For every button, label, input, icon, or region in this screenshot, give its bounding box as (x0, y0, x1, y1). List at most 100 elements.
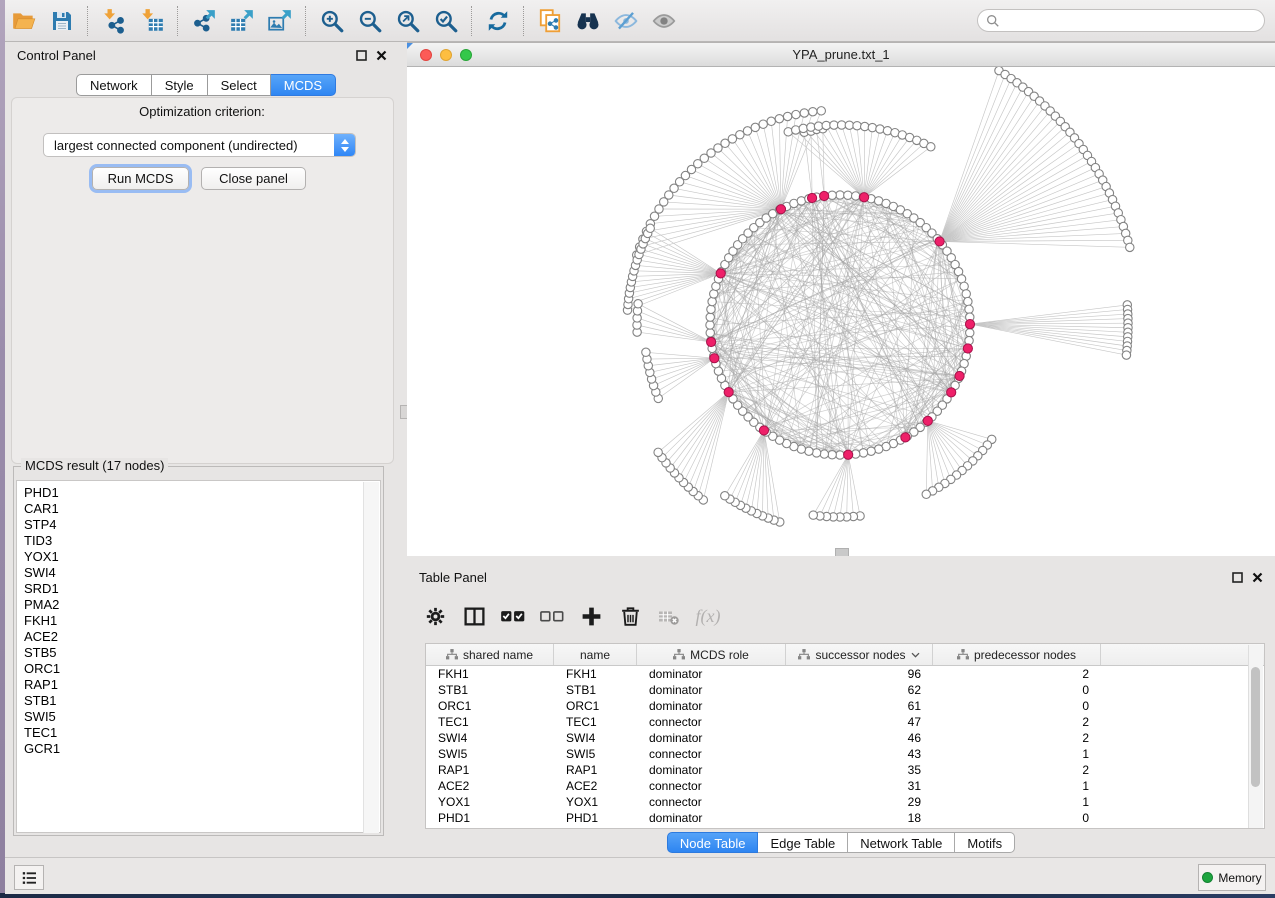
network-node[interactable] (812, 449, 820, 457)
mcds-hub-node[interactable] (716, 269, 725, 278)
mcds-result-list[interactable]: PHD1CAR1STP4TID3YOX1SWI4SRD1PMA2FKH1ACE2… (16, 480, 381, 833)
network-node[interactable] (1126, 243, 1134, 251)
mcds-hub-node[interactable] (820, 191, 829, 200)
network-node[interactable] (861, 122, 869, 130)
tab-motifs[interactable]: Motifs (955, 832, 1015, 853)
mcds-result-item[interactable]: SWI4 (17, 565, 357, 581)
mcds-hub-node[interactable] (901, 433, 910, 442)
network-node[interactable] (844, 191, 852, 199)
network-node[interactable] (965, 305, 973, 313)
mcds-result-item[interactable]: FKH1 (17, 613, 357, 629)
mcds-result-item[interactable]: PHD1 (17, 485, 357, 501)
network-node[interactable] (809, 511, 817, 519)
select-all-columns-icon[interactable] (497, 599, 529, 633)
show-all-icon[interactable] (647, 5, 681, 37)
mcds-result-item[interactable]: STB5 (17, 645, 357, 661)
network-node[interactable] (706, 321, 714, 329)
network-node[interactable] (837, 121, 845, 129)
mcds-result-item[interactable]: PMA2 (17, 597, 357, 613)
network-canvas[interactable] (407, 67, 1275, 557)
network-node[interactable] (706, 313, 714, 321)
network-node[interactable] (922, 490, 930, 498)
network-node[interactable] (751, 123, 759, 131)
column-header-shared-name[interactable]: shared name (426, 644, 554, 665)
tab-node-table[interactable]: Node Table (667, 832, 759, 853)
delete-table-icon[interactable] (653, 599, 685, 633)
network-node[interactable] (767, 117, 775, 125)
network-node[interactable] (775, 115, 783, 123)
network-node[interactable] (792, 126, 800, 134)
network-node[interactable] (830, 121, 838, 129)
zoom-selected-icon[interactable] (429, 5, 463, 37)
table-row[interactable]: PHD1PHD1dominator180 (426, 810, 1264, 826)
close-panel-icon[interactable] (1252, 572, 1263, 583)
mcds-hub-node[interactable] (724, 388, 733, 397)
network-node[interactable] (868, 123, 876, 131)
close-panel-button[interactable]: Close panel (201, 167, 306, 190)
mcds-result-item[interactable]: TEC1 (17, 725, 357, 741)
mcds-result-item[interactable]: TID3 (17, 533, 357, 549)
tab-network[interactable]: Network (76, 74, 152, 96)
mcds-result-item[interactable]: YOX1 (17, 549, 357, 565)
network-window-titlebar[interactable]: YPA_prune.txt_1 (407, 43, 1275, 67)
mcds-hub-node[interactable] (710, 354, 719, 363)
network-node[interactable] (845, 121, 853, 129)
table-row[interactable]: FKH1FKH1dominator962 (426, 666, 1264, 682)
column-header-predecessor-nodes[interactable]: predecessor nodes (933, 644, 1101, 665)
mcds-result-item[interactable]: STB1 (17, 693, 357, 709)
network-node[interactable] (836, 191, 844, 199)
network-node[interactable] (962, 290, 970, 298)
network-node[interactable] (964, 297, 972, 305)
tab-mcds[interactable]: MCDS (271, 74, 336, 96)
float-panel-icon[interactable] (1232, 572, 1243, 583)
network-node[interactable] (966, 329, 974, 337)
save-session-icon[interactable] (45, 5, 79, 37)
mcds-hub-node[interactable] (947, 388, 956, 397)
network-node[interactable] (646, 224, 654, 232)
network-node[interactable] (654, 448, 662, 456)
memory-button[interactable]: Memory (1198, 864, 1266, 891)
table-row[interactable]: STB1STB1dominator620 (426, 682, 1264, 698)
log-console-button[interactable] (14, 865, 44, 890)
close-panel-icon[interactable] (376, 50, 387, 61)
mcds-hub-node[interactable] (844, 450, 853, 459)
network-search-box[interactable] (977, 9, 1265, 32)
network-node[interactable] (721, 492, 729, 500)
search-input[interactable] (1005, 13, 1256, 29)
network-node[interactable] (809, 108, 817, 116)
network-node[interactable] (814, 122, 822, 130)
mcds-result-item[interactable]: SRD1 (17, 581, 357, 597)
table-row[interactable]: ORC1ORC1dominator610 (426, 698, 1264, 714)
import-table-icon[interactable] (135, 5, 169, 37)
network-node[interactable] (859, 449, 867, 457)
table-row[interactable]: SWI4SWI4dominator462 (426, 730, 1264, 746)
network-node[interactable] (1122, 351, 1130, 359)
mcds-hub-node[interactable] (935, 237, 944, 246)
mcds-result-item[interactable]: CAR1 (17, 501, 357, 517)
table-row[interactable]: SWI5SWI5connector431 (426, 746, 1264, 762)
table-row[interactable]: ACE2ACE2connector311 (426, 778, 1264, 794)
network-node[interactable] (828, 191, 836, 199)
network-node[interactable] (792, 110, 800, 118)
mcds-result-item[interactable]: RAP1 (17, 677, 357, 693)
network-node[interactable] (853, 122, 861, 130)
mcds-hub-node[interactable] (923, 416, 932, 425)
column-header-MCDS-role[interactable]: MCDS role (637, 644, 786, 665)
network-node[interactable] (783, 112, 791, 120)
mcds-hub-node[interactable] (807, 193, 816, 202)
network-node[interactable] (800, 109, 808, 117)
network-node[interactable] (876, 125, 884, 133)
network-node[interactable] (807, 123, 815, 131)
network-node[interactable] (828, 451, 836, 459)
float-panel-icon[interactable] (356, 50, 367, 61)
network-node[interactable] (708, 297, 716, 305)
mcds-hub-node[interactable] (707, 337, 716, 346)
add-column-icon[interactable] (575, 599, 607, 633)
mcds-list-scrollbar[interactable] (363, 482, 379, 833)
network-node[interactable] (707, 305, 715, 313)
hide-selected-icon[interactable] (609, 5, 643, 37)
export-table-icon[interactable] (225, 5, 259, 37)
network-node[interactable] (867, 447, 875, 455)
delete-column-icon[interactable] (614, 599, 646, 633)
table-row[interactable]: YOX1YOX1connector291 (426, 794, 1264, 810)
